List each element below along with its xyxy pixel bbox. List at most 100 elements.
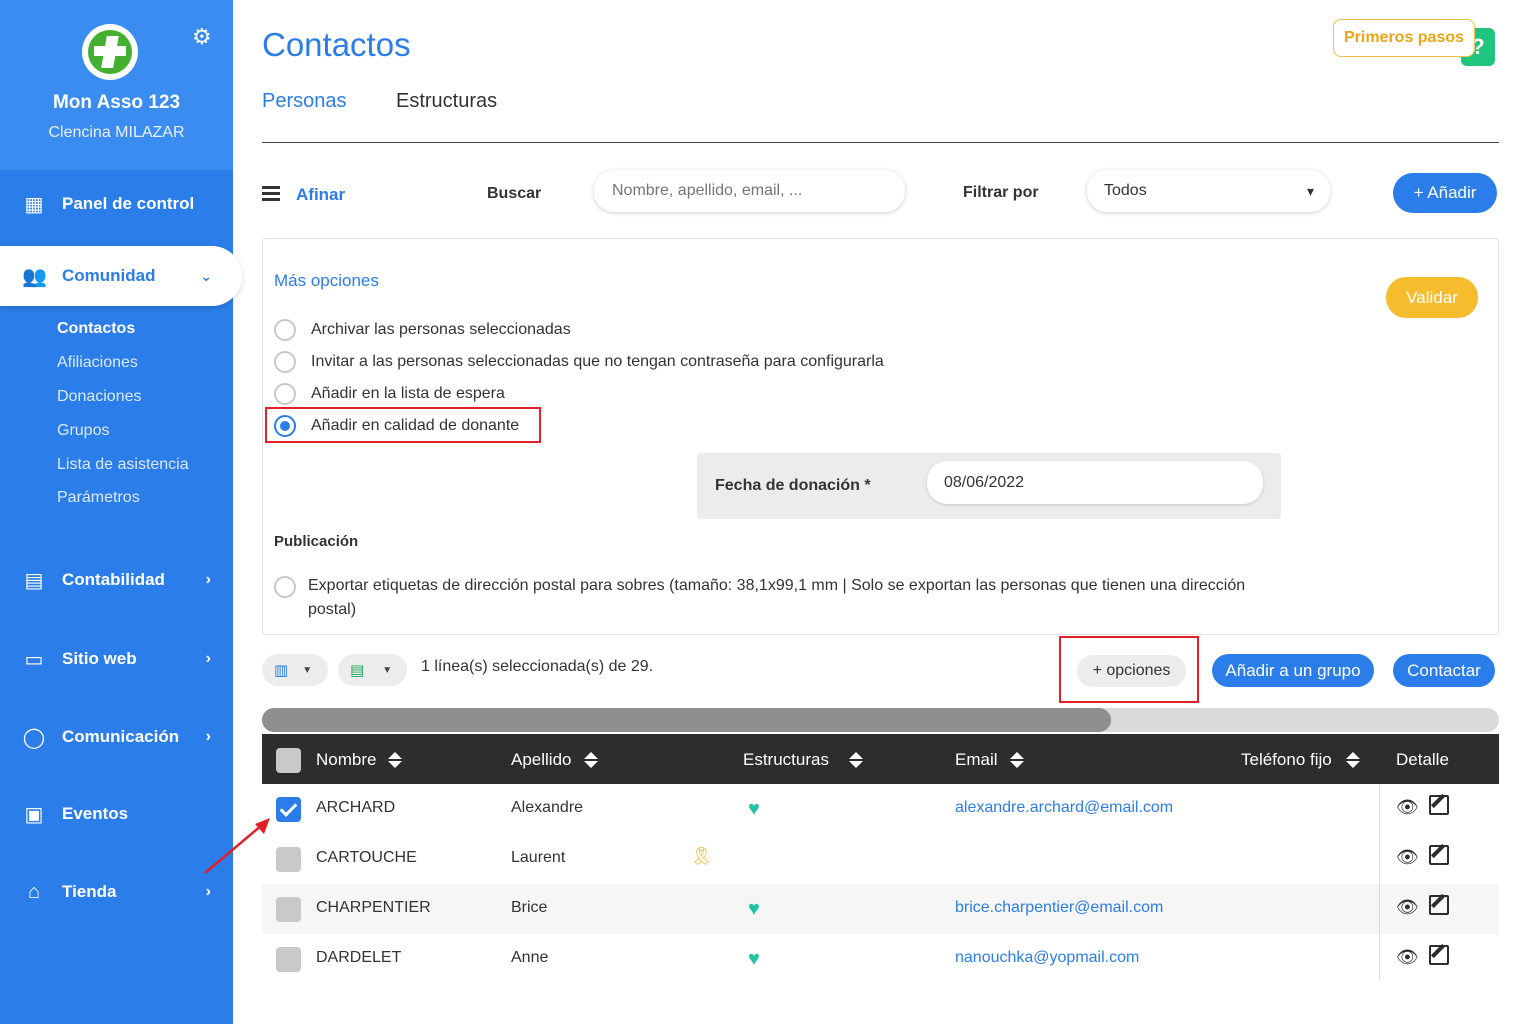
cell-email[interactable]: brice.charpentier@email.com	[955, 899, 1163, 917]
more-options-title: Más opciones	[274, 271, 379, 290]
page-title: Contactos	[262, 26, 411, 63]
nav-label: Comunicación	[62, 727, 180, 746]
cell-nombre: CHARPENTIER	[316, 899, 431, 916]
subnav-contactos[interactable]: Contactos	[57, 320, 135, 338]
add-to-group-button[interactable]: Añadir a un grupo	[1212, 654, 1374, 687]
column-nombre[interactable]: Nombre	[316, 750, 403, 770]
calendar-icon: ▣	[24, 803, 44, 826]
column-label: Detalle	[1396, 750, 1449, 769]
eye-icon[interactable]: 👁	[1396, 947, 1419, 968]
tab-estructuras[interactable]: Estructuras	[396, 90, 497, 113]
user-name: Clencina MILAZAR	[48, 124, 185, 141]
column-telefono[interactable]: Teléfono fijo	[1241, 750, 1360, 770]
menu-icon[interactable]	[262, 186, 280, 201]
refine-link[interactable]: Afinar	[296, 185, 345, 205]
eye-icon[interactable]: 👁	[1396, 897, 1419, 918]
column-label: Email	[955, 750, 998, 769]
chevron-right-icon: ›	[205, 728, 211, 745]
community-icon: 👥	[22, 265, 47, 288]
nav-dashboard[interactable]: ▦ Panel de control	[0, 179, 233, 229]
columns-icon: ▥	[274, 662, 289, 679]
cell-email[interactable]: alexandre.archard@email.com	[955, 799, 1173, 817]
table-row[interactable]: CHARPENTIER Brice ♥ brice.charpentier@em…	[262, 884, 1499, 934]
org-header: ⚙ Mon Asso 123 Clencina MILAZAR	[0, 0, 233, 170]
filter-value: Todos	[1104, 182, 1147, 199]
sort-icon[interactable]	[848, 752, 863, 768]
sort-icon[interactable]	[1009, 752, 1024, 768]
sort-icon[interactable]	[388, 752, 403, 768]
search-label: Buscar	[487, 185, 542, 202]
eye-icon[interactable]: 👁	[1396, 797, 1419, 818]
publication-heading: Publicación	[274, 533, 359, 550]
add-button[interactable]: + Añadir	[1393, 173, 1497, 213]
table-header: Nombre Apellido Estructuras Email Teléfo…	[262, 734, 1499, 784]
contact-button[interactable]: Contactar	[1393, 654, 1495, 687]
radio-button[interactable]	[274, 319, 296, 341]
donation-date-label: Fecha de donación *	[715, 477, 871, 494]
radio-label: Archivar las personas seleccionadas	[311, 321, 571, 338]
radio-export-labels[interactable]: Exportar etiquetas de dirección postal p…	[274, 574, 1284, 622]
subnav-donaciones[interactable]: Donaciones	[57, 388, 142, 406]
nav-store[interactable]: ⌂ Tienda ›	[0, 867, 233, 917]
heart-icon: ♥	[748, 948, 760, 970]
edit-icon[interactable]	[1429, 895, 1449, 915]
subnav-asistencia[interactable]: Lista de asistencia	[57, 456, 189, 474]
print-toggle[interactable]: ▤ ▼	[338, 654, 407, 686]
nav-community[interactable]: 👥 Comunidad ⌄	[0, 246, 242, 306]
radio-button[interactable]	[274, 351, 296, 373]
first-steps-button[interactable]: Primeros pasos	[1333, 19, 1475, 57]
scrollbar-thumb[interactable]	[262, 708, 1111, 732]
nav-website[interactable]: ▭ Sitio web ›	[0, 634, 233, 684]
column-detalle: Detalle	[1396, 750, 1449, 770]
nav-label: Sitio web	[62, 649, 137, 668]
column-apellido[interactable]: Apellido	[511, 750, 598, 770]
search-input[interactable]	[594, 170, 905, 212]
validate-button[interactable]: Validar	[1386, 277, 1478, 318]
radio-archive[interactable]: Archivar las personas seleccionadas	[274, 319, 571, 341]
filter-select[interactable]: Todos ▾	[1087, 170, 1330, 212]
radio-button[interactable]	[274, 383, 296, 405]
table-row[interactable]: CARTOUCHE Laurent 🎗 👁	[262, 834, 1499, 884]
subnav-parametros[interactable]: Parámetros	[57, 489, 140, 507]
org-logo[interactable]	[82, 24, 138, 80]
caret-down-icon: ▼	[302, 664, 313, 676]
columns-toggle[interactable]: ▥ ▼	[262, 654, 328, 686]
row-checkbox[interactable]	[276, 947, 301, 972]
chevron-right-icon: ›	[205, 883, 211, 900]
sort-icon[interactable]	[1345, 752, 1360, 768]
filter-label: Filtrar por	[963, 184, 1039, 201]
nav-communication[interactable]: ◯ Comunicación ›	[0, 712, 233, 762]
tab-personas[interactable]: Personas	[262, 90, 347, 113]
nav-events[interactable]: ▣ Eventos	[0, 789, 233, 839]
radio-waitlist[interactable]: Añadir en la lista de espera	[274, 383, 505, 405]
column-estructuras[interactable]: Estructuras	[743, 750, 863, 770]
subnav-grupos[interactable]: Grupos	[57, 422, 109, 440]
cell-nombre: DARDELET	[316, 949, 402, 966]
eye-icon[interactable]: 👁	[1396, 847, 1419, 868]
nav-label: Eventos	[62, 804, 129, 823]
table-row[interactable]: DARDELET Anne ♥ nanouchka@yopmail.com 👁	[262, 934, 1499, 984]
caret-down-icon: ▼	[382, 664, 393, 676]
radio-button[interactable]	[274, 576, 296, 598]
table-row[interactable]: ARCHARD Alexandre ♥ alexandre.archard@em…	[262, 784, 1499, 834]
edit-icon[interactable]	[1429, 845, 1449, 865]
select-all-checkbox[interactable]	[276, 748, 301, 773]
dashboard-icon: ▦	[24, 193, 44, 216]
cell-apellido: Anne	[511, 949, 549, 966]
subnav-afiliaciones[interactable]: Afiliaciones	[57, 354, 138, 372]
chat-icon: ◯	[22, 726, 46, 749]
radio-label: Invitar a las personas seleccionadas que…	[311, 353, 884, 370]
cell-apellido: Laurent	[511, 849, 566, 866]
radio-invite[interactable]: Invitar a las personas seleccionadas que…	[274, 351, 884, 373]
donation-date-input[interactable]: 08/06/2022	[927, 461, 1263, 504]
row-checkbox[interactable]	[276, 897, 301, 922]
cell-email[interactable]: nanouchka@yopmail.com	[955, 949, 1139, 967]
edit-icon[interactable]	[1429, 945, 1449, 965]
sort-icon[interactable]	[583, 752, 598, 768]
gear-icon[interactable]: ⚙	[192, 24, 212, 50]
column-email[interactable]: Email	[955, 750, 1024, 770]
chevron-down-icon: ⌄	[200, 267, 212, 284]
edit-icon[interactable]	[1429, 795, 1449, 815]
nav-label: Panel de control	[62, 194, 195, 213]
nav-accounting[interactable]: ▤ Contabilidad ›	[0, 555, 233, 605]
